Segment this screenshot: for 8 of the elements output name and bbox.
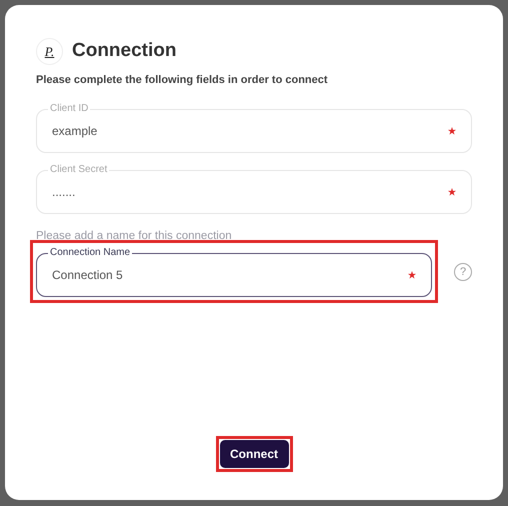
field-value: Connection 5	[52, 267, 124, 284]
field-hint: Please add a name for this connection	[36, 229, 233, 244]
connect-button[interactable]: Connect	[220, 440, 288, 468]
logo-icon: P.	[36, 38, 63, 65]
dialog-title: Connection	[72, 39, 176, 63]
field-value: .......	[52, 184, 76, 201]
field-value: example	[52, 123, 98, 140]
dialog-subtitle: Please complete the following fields in order to connect	[36, 72, 329, 88]
